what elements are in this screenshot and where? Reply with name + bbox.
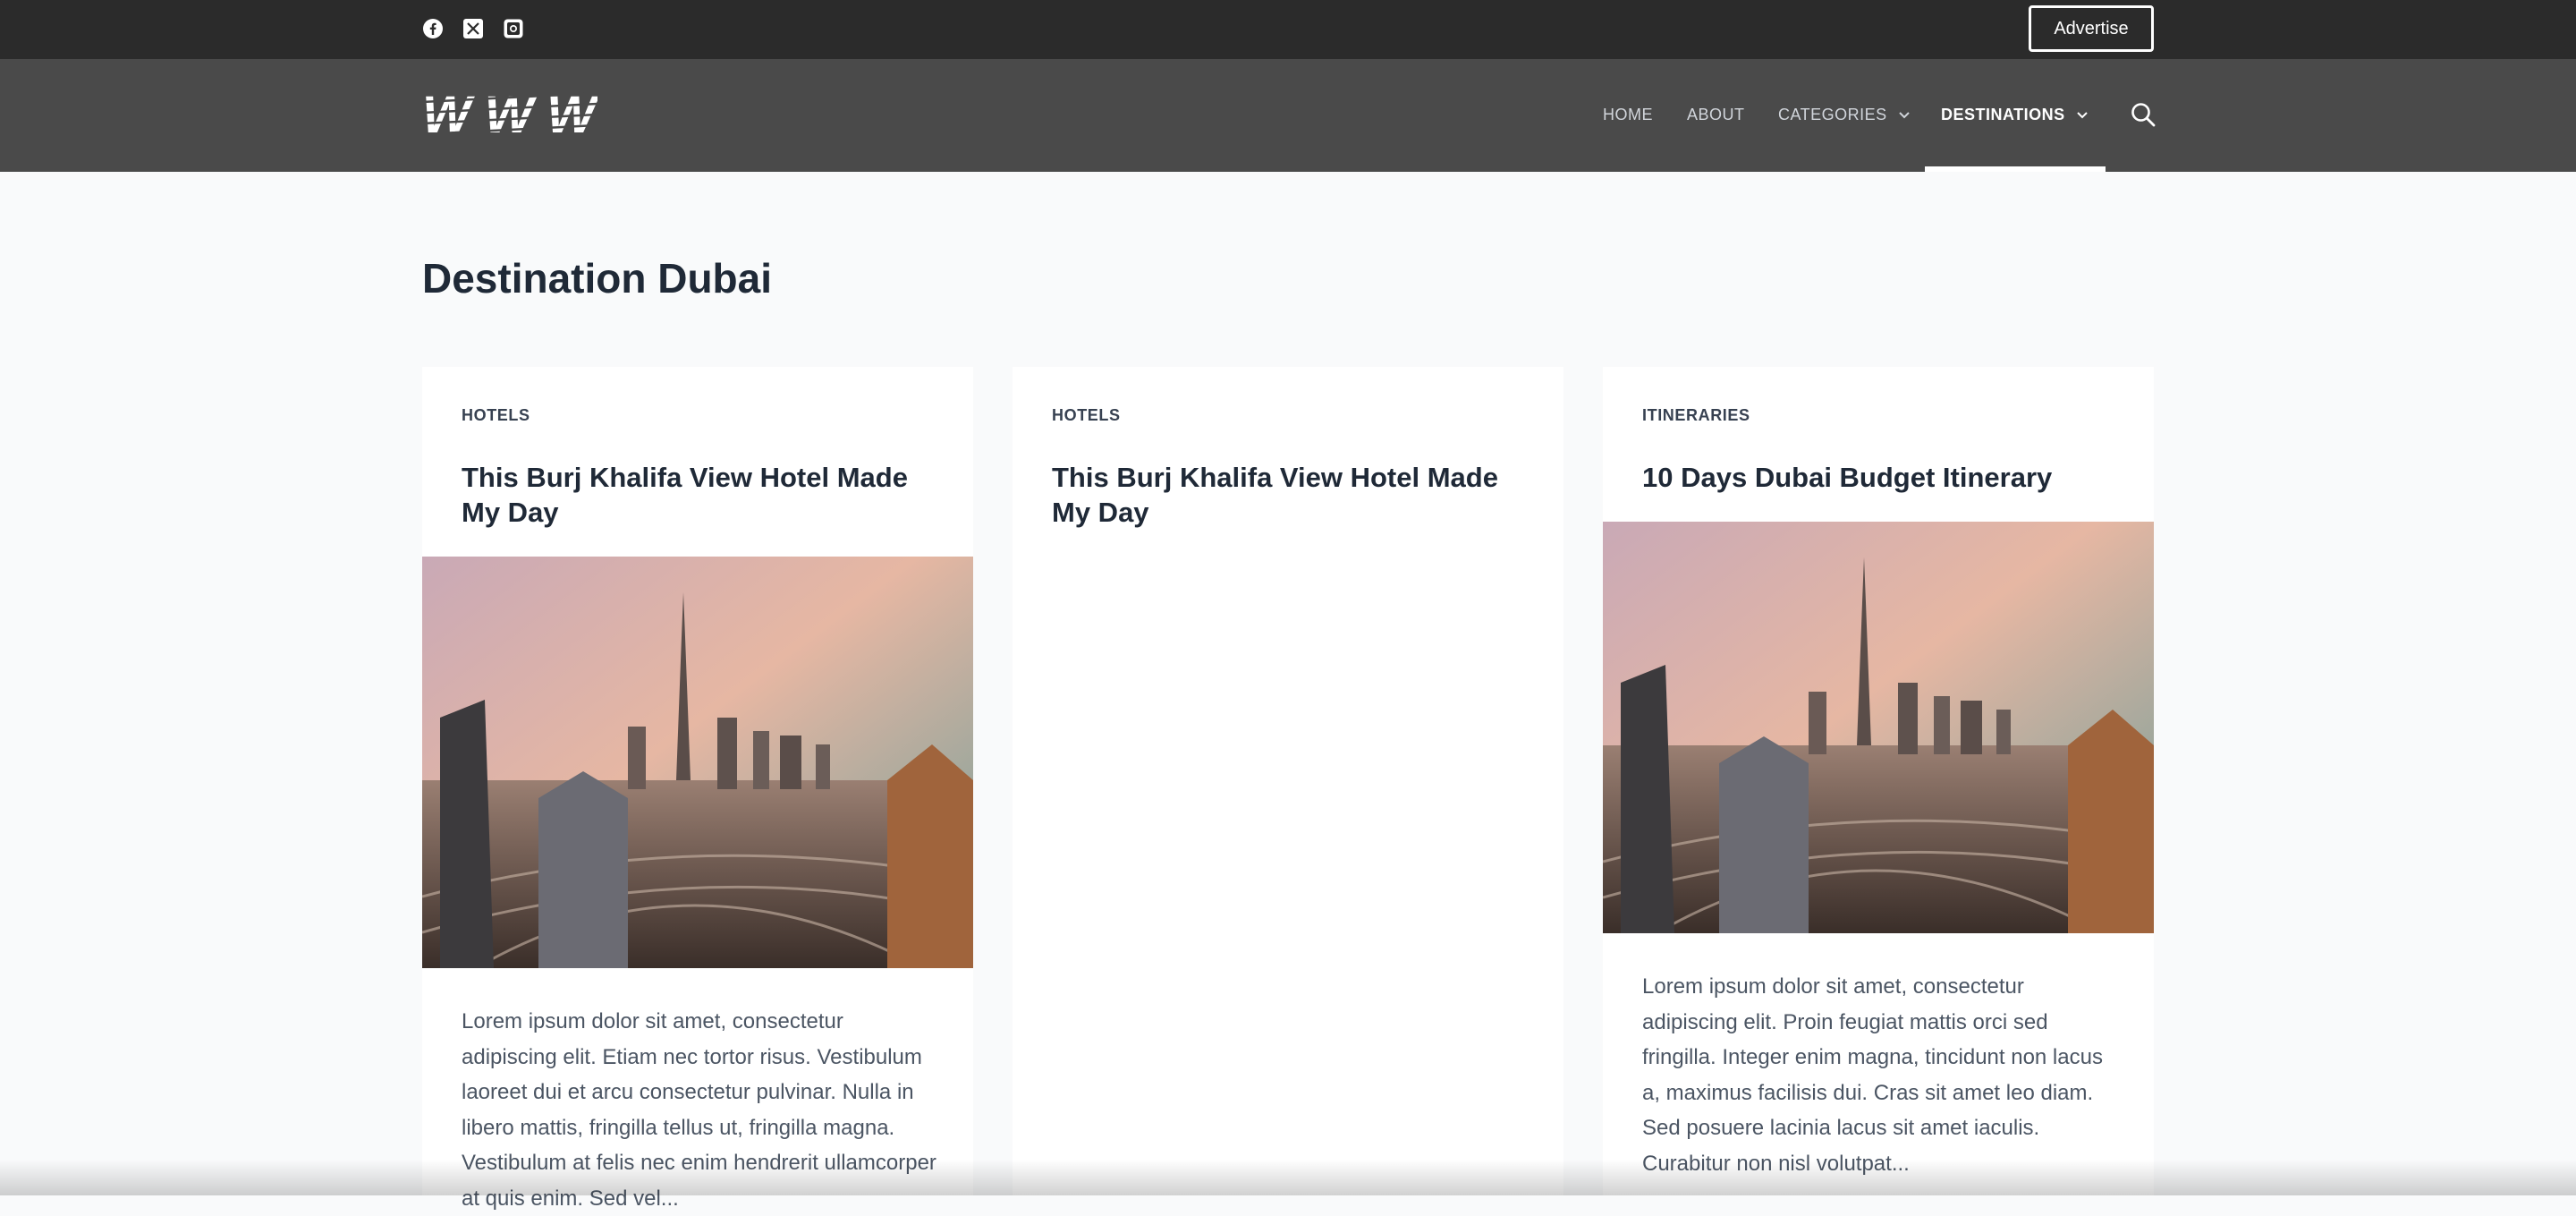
main-header bbox=[0, 59, 2576, 172]
post-category[interactable]: ITINERARIES bbox=[1642, 406, 1750, 425]
page-title: Destination Dubai bbox=[422, 255, 773, 302]
nav-home-label: HOME bbox=[1603, 105, 1653, 123]
nav-destinations[interactable]: DESTINATIONS bbox=[1941, 98, 2089, 131]
advertise-button[interactable]: Advertise bbox=[2029, 5, 2154, 52]
post-card: HOTELS This Burj Khalifa View Hotel Made… bbox=[1013, 367, 1563, 1195]
active-nav-indicator bbox=[1925, 166, 2106, 172]
post-excerpt: Lorem ipsum dolor sit amet, consectetur … bbox=[1642, 974, 2103, 1176]
facebook-icon[interactable] bbox=[422, 18, 444, 39]
post-card: ITINERARIES 10 Days Dubai Budget Itinera… bbox=[1603, 367, 2154, 1195]
post-title[interactable]: This Burj Khalifa View Hotel Made My Day bbox=[462, 460, 945, 530]
chevron-down-icon bbox=[2076, 112, 2088, 119]
nav-categories[interactable]: CATEGORIES bbox=[1778, 98, 1911, 131]
logo-graphic: WWW bbox=[422, 89, 597, 140]
dubai-skyline-photo bbox=[422, 557, 973, 968]
dubai-skyline-photo bbox=[1603, 522, 2154, 933]
nav-categories-label: CATEGORIES bbox=[1778, 105, 1887, 123]
post-title[interactable]: This Burj Khalifa View Hotel Made My Day bbox=[1052, 460, 1535, 530]
nav-destinations-label: DESTINATIONS bbox=[1941, 105, 2065, 123]
nav-home[interactable]: HOME bbox=[1603, 98, 1653, 131]
x-icon[interactable] bbox=[462, 18, 484, 39]
post-category[interactable]: HOTELS bbox=[1052, 406, 1121, 425]
post-image[interactable] bbox=[422, 557, 973, 968]
instagram-icon[interactable] bbox=[503, 18, 524, 39]
post-card: HOTELS This Burj Khalifa View Hotel Made… bbox=[422, 367, 973, 1211]
top-bar: Advertise bbox=[0, 0, 2576, 59]
site-logo[interactable]: WWW bbox=[422, 89, 597, 140]
chevron-down-icon bbox=[1898, 112, 1910, 119]
post-image[interactable] bbox=[1603, 522, 2154, 933]
search-icon[interactable] bbox=[2129, 100, 2157, 129]
bottom-fade bbox=[0, 1160, 2576, 1195]
post-title[interactable]: 10 Days Dubai Budget Itinerary bbox=[1642, 460, 2125, 495]
nav-about-label: ABOUT bbox=[1687, 105, 1745, 123]
nav-about[interactable]: ABOUT bbox=[1687, 98, 1745, 131]
post-category[interactable]: HOTELS bbox=[462, 406, 530, 425]
